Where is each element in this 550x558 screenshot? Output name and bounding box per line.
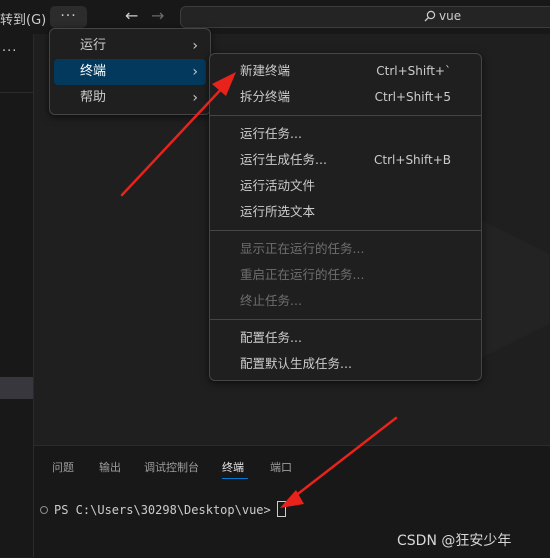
arrow-to-terminal-cursor-icon [280,416,398,508]
annotation-arrows [120,72,398,508]
arrow-to-new-terminal-icon [120,72,236,197]
